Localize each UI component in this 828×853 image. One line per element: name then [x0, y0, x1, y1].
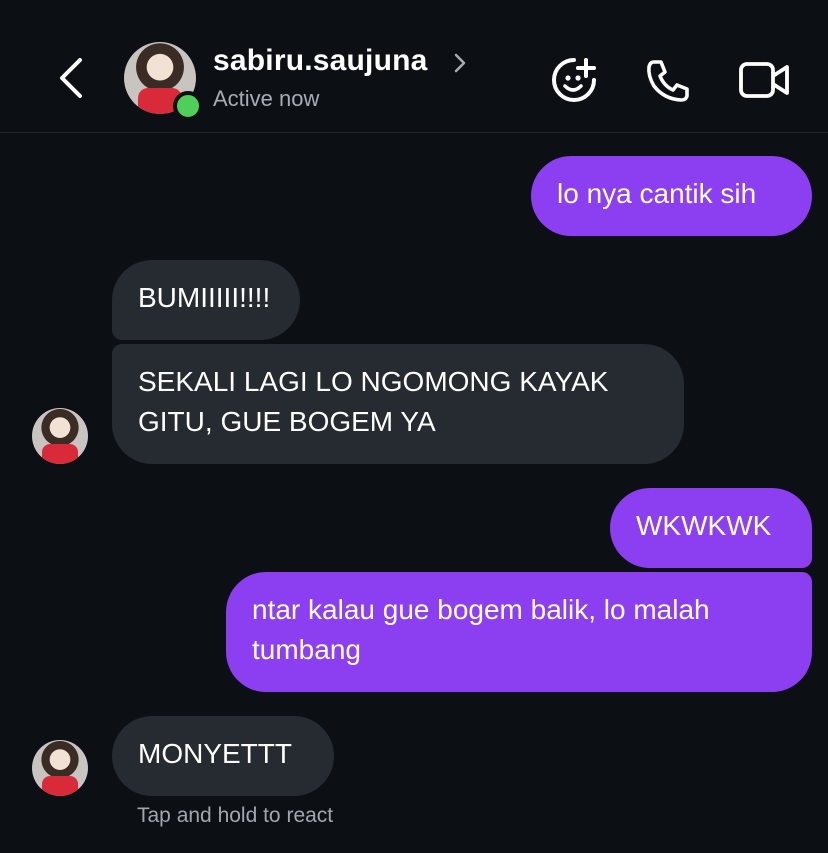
sender-avatar[interactable] [32, 740, 88, 796]
sticker-add-icon[interactable] [548, 54, 600, 106]
avatar[interactable] [124, 42, 203, 121]
message-bubble-received[interactable]: MONYETTT [112, 716, 334, 796]
chat-header: sabiru.saujuna Active now [0, 0, 828, 133]
video-camera-icon[interactable] [738, 54, 790, 106]
message-bubble-sent[interactable]: WKWKWK [610, 488, 812, 568]
active-status: Active now [213, 86, 320, 111]
message-bubble-received[interactable]: SEKALI LAGI LO NGOMONG KAYAK GITU, GUE B… [112, 344, 684, 464]
react-hint: Tap and hold to react [137, 804, 334, 827]
phone-icon[interactable] [642, 54, 694, 106]
message-bubble-received[interactable]: BUMIIIII!!!! [112, 260, 300, 340]
chevron-right-icon[interactable] [452, 50, 468, 76]
back-chevron-icon[interactable] [50, 52, 94, 104]
online-status-dot [173, 91, 203, 121]
sender-avatar[interactable] [32, 408, 88, 464]
message-bubble-sent[interactable]: ntar kalau gue bogem balik, lo malah tum… [226, 572, 812, 692]
username[interactable]: sabiru.saujuna [213, 44, 428, 78]
message-bubble-sent[interactable]: lo nya cantik sih [531, 156, 812, 236]
